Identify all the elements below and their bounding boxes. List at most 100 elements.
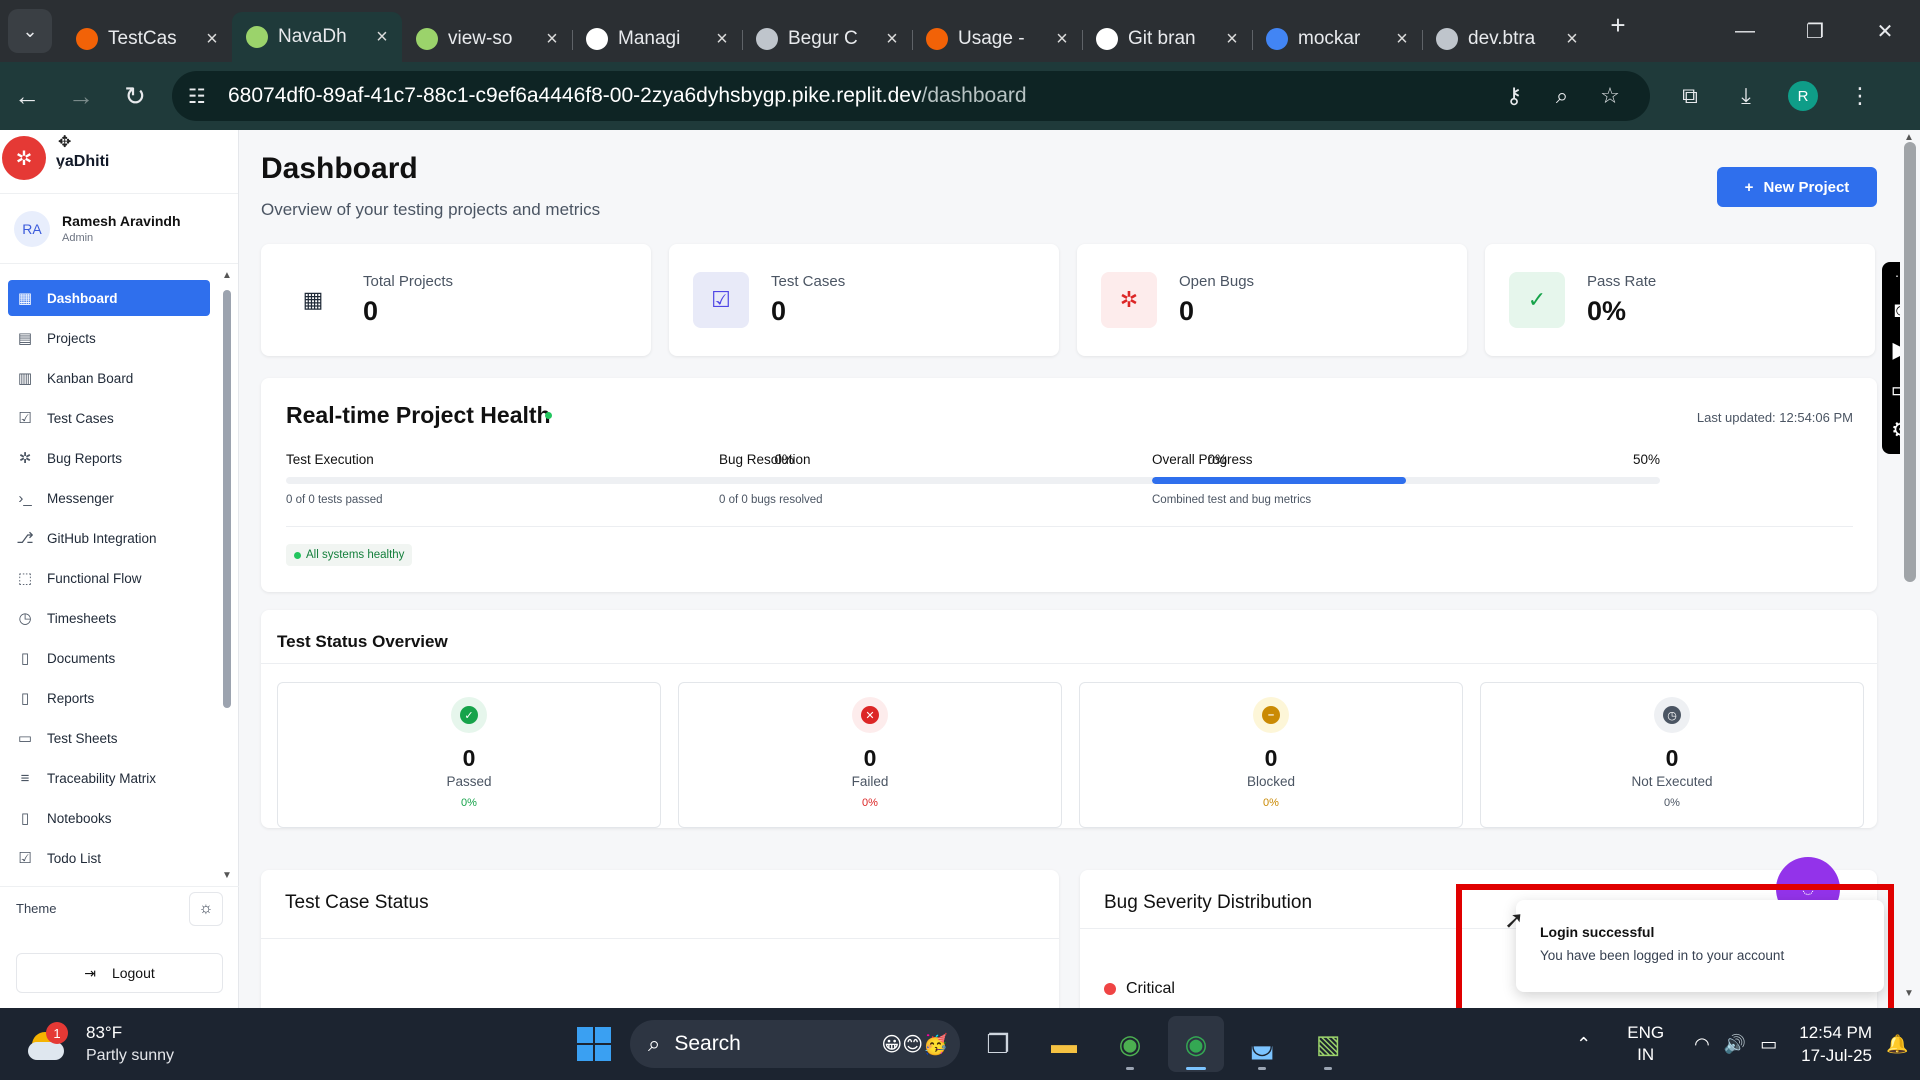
- weather-widget[interactable]: 1 83°F Partly sunny: [28, 1018, 228, 1070]
- extensions-icon[interactable]: ⧉: [1662, 83, 1718, 109]
- user-profile[interactable]: RA Ramesh Aravindh Admin: [0, 194, 238, 264]
- start-button[interactable]: [568, 1018, 620, 1070]
- minimize-button[interactable]: —: [1710, 0, 1780, 62]
- page-scroll-thumb[interactable]: [1904, 142, 1916, 582]
- tab-close-icon[interactable]: ×: [1222, 28, 1242, 51]
- taskbar-search[interactable]: ⌕ Search 😀😊🥳: [630, 1020, 960, 1068]
- back-button[interactable]: ←: [0, 69, 54, 123]
- sidebar-item-traceability-matrix[interactable]: ≡ Traceability Matrix: [8, 760, 210, 796]
- browser-tab[interactable]: TestCas ×: [62, 16, 232, 62]
- sidebar-item-todo-list[interactable]: ☑ Todo List: [8, 840, 210, 876]
- new-project-button[interactable]: + New Project: [1717, 167, 1877, 207]
- restore-button[interactable]: ❐: [1780, 0, 1850, 62]
- move-handle-icon[interactable]: ✥: [58, 132, 71, 152]
- stat-label: Open Bugs: [1179, 273, 1255, 290]
- metric-label: Test Execution: [286, 452, 374, 467]
- sidebar-item-timesheets[interactable]: ◷ Timesheets: [8, 600, 210, 636]
- browser-tab[interactable]: view-so ×: [402, 16, 572, 62]
- page-title: Dashboard: [261, 152, 418, 185]
- forward-button[interactable]: →: [54, 69, 108, 123]
- project-health-card: Real-time Project Health Last updated: 1…: [261, 378, 1877, 592]
- tab-close-icon[interactable]: ×: [202, 28, 222, 51]
- app-monitor-icon[interactable]: ◛: [1234, 1016, 1290, 1072]
- chevron-right-icon[interactable]: ›: [58, 158, 62, 173]
- bug-report-fab[interactable]: ✲: [2, 136, 46, 180]
- tab-close-icon[interactable]: ×: [1562, 28, 1582, 51]
- menu-kebab-icon[interactable]: ⋮: [1832, 83, 1888, 109]
- sidebar-item-reports[interactable]: ▯ Reports: [8, 680, 210, 716]
- download-icon[interactable]: ⤓: [1718, 83, 1774, 109]
- status-tile-blocked[interactable]: – 0 Blocked 0%: [1079, 682, 1463, 828]
- sidebar-item-notebooks[interactable]: ▯ Notebooks: [8, 800, 210, 836]
- url-text[interactable]: 68074df0-89af-41c7-88c1-c9ef6a4446f8-00-…: [228, 84, 1490, 108]
- logout-button[interactable]: ⇥ Logout: [16, 953, 223, 993]
- notification-bell-icon[interactable]: 🔔: [1886, 1034, 1920, 1055]
- stat-card-open-bugs[interactable]: ✲ Open Bugs 0: [1077, 244, 1467, 356]
- stat-value: 0: [1179, 296, 1195, 326]
- address-bar[interactable]: ☷ 68074df0-89af-41c7-88c1-c9ef6a4446f8-0…: [172, 71, 1650, 121]
- reload-button[interactable]: ↻: [108, 69, 162, 123]
- snipping-app-icon[interactable]: ▧: [1300, 1016, 1356, 1072]
- sidebar-item-test-sheets[interactable]: ▭ Test Sheets: [8, 720, 210, 756]
- sidebar-scrollbar[interactable]: ▲ ▼: [221, 270, 233, 882]
- theme-toggle-button[interactable]: ☼: [189, 891, 223, 926]
- new-tab-button[interactable]: +: [1598, 10, 1638, 41]
- tray-icons[interactable]: ◠ 🔊 ▭: [1694, 1034, 1777, 1055]
- sidebar-item-projects[interactable]: ▤ Projects: [8, 320, 210, 356]
- sidebar-item-bug-reports[interactable]: ✲ Bug Reports: [8, 440, 210, 476]
- zoom-icon[interactable]: ⌕: [1538, 83, 1586, 109]
- password-key-icon[interactable]: ⚷: [1490, 83, 1538, 109]
- sidebar-item-messenger[interactable]: ›_ Messenger: [8, 480, 210, 516]
- browser-tab[interactable]: Managi ×: [572, 16, 742, 62]
- brand-name: vaDhiti: [56, 152, 110, 170]
- close-window-button[interactable]: ✕: [1850, 0, 1920, 62]
- status-tile-not-executed[interactable]: ◷ 0 Not Executed 0%: [1480, 682, 1864, 828]
- tile-label: Blocked: [1246, 774, 1296, 789]
- status-tile-passed[interactable]: ✓ 0 Passed 0%: [277, 682, 661, 828]
- chevron-up-icon[interactable]: ⌃: [1576, 1034, 1591, 1055]
- tab-close-icon[interactable]: ×: [712, 28, 732, 51]
- sidebar-item-github-integration[interactable]: ⎇ GitHub Integration: [8, 520, 210, 556]
- page-scrollbar[interactable]: ▲ ▼: [1900, 130, 1920, 999]
- file-explorer-icon[interactable]: ▬: [1036, 1016, 1092, 1072]
- scroll-thumb[interactable]: [223, 290, 231, 708]
- bookmark-star-icon[interactable]: ☆: [1586, 83, 1634, 109]
- tab-close-icon[interactable]: ×: [372, 26, 392, 49]
- tab-close-icon[interactable]: ×: [542, 28, 562, 51]
- sidebar-item-kanban-board[interactable]: ▥ Kanban Board: [8, 360, 210, 396]
- language-indicator[interactable]: ENG IN: [1627, 1022, 1664, 1066]
- stat-card-pass-rate[interactable]: ✓ Pass Rate 0%: [1485, 244, 1875, 356]
- browser-tab[interactable]: dev.btra ×: [1422, 16, 1592, 62]
- task-view-icon[interactable]: ❐: [970, 1016, 1026, 1072]
- sidebar-item-test-cases[interactable]: ☑ Test Cases: [8, 400, 210, 436]
- profile-avatar[interactable]: R: [1788, 81, 1818, 111]
- sidebar-item-dashboard[interactable]: ▦ Dashboard: [8, 280, 210, 316]
- stat-card-test-cases[interactable]: ☑ Test Cases 0: [669, 244, 1059, 356]
- tab-close-icon[interactable]: ×: [1392, 28, 1412, 51]
- tab-close-icon[interactable]: ×: [882, 28, 902, 51]
- chrome-icon[interactable]: ◉: [1102, 1016, 1158, 1072]
- sidebar-item-documents[interactable]: ▯ Documents: [8, 640, 210, 676]
- mouse-cursor-icon: ➚: [1504, 907, 1525, 934]
- battery-icon: ▭: [1760, 1033, 1778, 1054]
- scroll-up-arrow-icon[interactable]: ▲: [221, 270, 233, 281]
- tab-search-button[interactable]: ⌄: [8, 9, 52, 53]
- tab-favicon-icon: [586, 28, 608, 50]
- browser-toolbar: ← → ↻ ☷ 68074df0-89af-41c7-88c1-c9ef6a44…: [0, 62, 1920, 130]
- browser-tab[interactable]: Git bran ×: [1082, 16, 1252, 62]
- browser-tab[interactable]: Usage - ×: [912, 16, 1082, 62]
- scroll-down-arrow-icon[interactable]: ▼: [221, 870, 233, 881]
- status-tile-failed[interactable]: ✕ 0 Failed 0%: [678, 682, 1062, 828]
- tile-label: Not Executed: [1631, 774, 1713, 789]
- scroll-down-arrow-icon[interactable]: ▼: [1904, 988, 1914, 999]
- sidebar-item-functional-flow[interactable]: ⬚ Functional Flow: [8, 560, 210, 596]
- chrome-profile-r-icon[interactable]: ◉: [1168, 1016, 1224, 1072]
- browser-tab[interactable]: Begur C ×: [742, 16, 912, 62]
- tile-percent: 0%: [862, 797, 878, 809]
- browser-tab[interactable]: NavaDh ×: [232, 12, 402, 62]
- stat-card-total-projects[interactable]: ▦ Total Projects 0: [261, 244, 651, 356]
- site-info-icon[interactable]: ☷: [188, 84, 218, 109]
- browser-tab[interactable]: mockar ×: [1252, 16, 1422, 62]
- clock[interactable]: 12:54 PM 17-Jul-25: [1799, 1021, 1872, 1067]
- tab-close-icon[interactable]: ×: [1052, 28, 1072, 51]
